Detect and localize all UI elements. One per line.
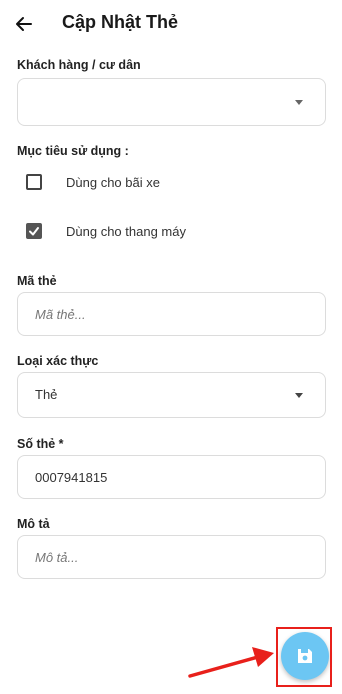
auth-type-select[interactable]: Thẻ xyxy=(17,372,326,418)
card-number-value: 0007941815 xyxy=(35,470,108,485)
auth-type-value: Thẻ xyxy=(35,387,58,402)
customer-label: Khách hàng / cư dân xyxy=(17,58,141,72)
card-code-label: Mã thẻ xyxy=(17,274,57,288)
card-code-placeholder: Mã thẻ... xyxy=(35,307,86,322)
back-button[interactable] xyxy=(12,12,36,36)
chevron-down-icon xyxy=(295,100,303,105)
customer-select[interactable] xyxy=(17,78,326,126)
save-button[interactable] xyxy=(281,632,329,680)
check-icon xyxy=(29,227,39,236)
parking-checkbox-row[interactable]: Dùng cho bãi xe xyxy=(17,167,317,197)
elevator-checkbox-label: Dùng cho thang máy xyxy=(66,223,186,239)
auth-type-label: Loại xác thực xyxy=(17,354,99,368)
card-number-input[interactable]: 0007941815 xyxy=(17,455,326,499)
page-title: Cập Nhật Thẻ xyxy=(62,12,179,32)
annotation-arrow xyxy=(188,647,274,678)
arrow-left-icon xyxy=(16,17,32,31)
parking-checkbox[interactable] xyxy=(26,174,42,190)
parking-checkbox-label: Dùng cho bãi xe xyxy=(66,174,160,190)
floppy-disk-icon xyxy=(298,649,312,663)
elevator-checkbox-row[interactable]: Dùng cho thang máy xyxy=(17,216,317,246)
card-number-label: Số thẻ * xyxy=(17,437,64,451)
card-code-input[interactable]: Mã thẻ... xyxy=(17,292,326,336)
chevron-down-icon xyxy=(295,393,303,398)
app-bar: Cập Nhật Thẻ xyxy=(0,0,342,48)
purpose-label: Mục tiêu sử dụng : xyxy=(17,144,129,158)
description-input[interactable]: Mô tả... xyxy=(17,535,326,579)
elevator-checkbox[interactable] xyxy=(26,223,42,239)
description-placeholder: Mô tả... xyxy=(35,550,79,565)
description-label: Mô tả xyxy=(17,517,50,531)
